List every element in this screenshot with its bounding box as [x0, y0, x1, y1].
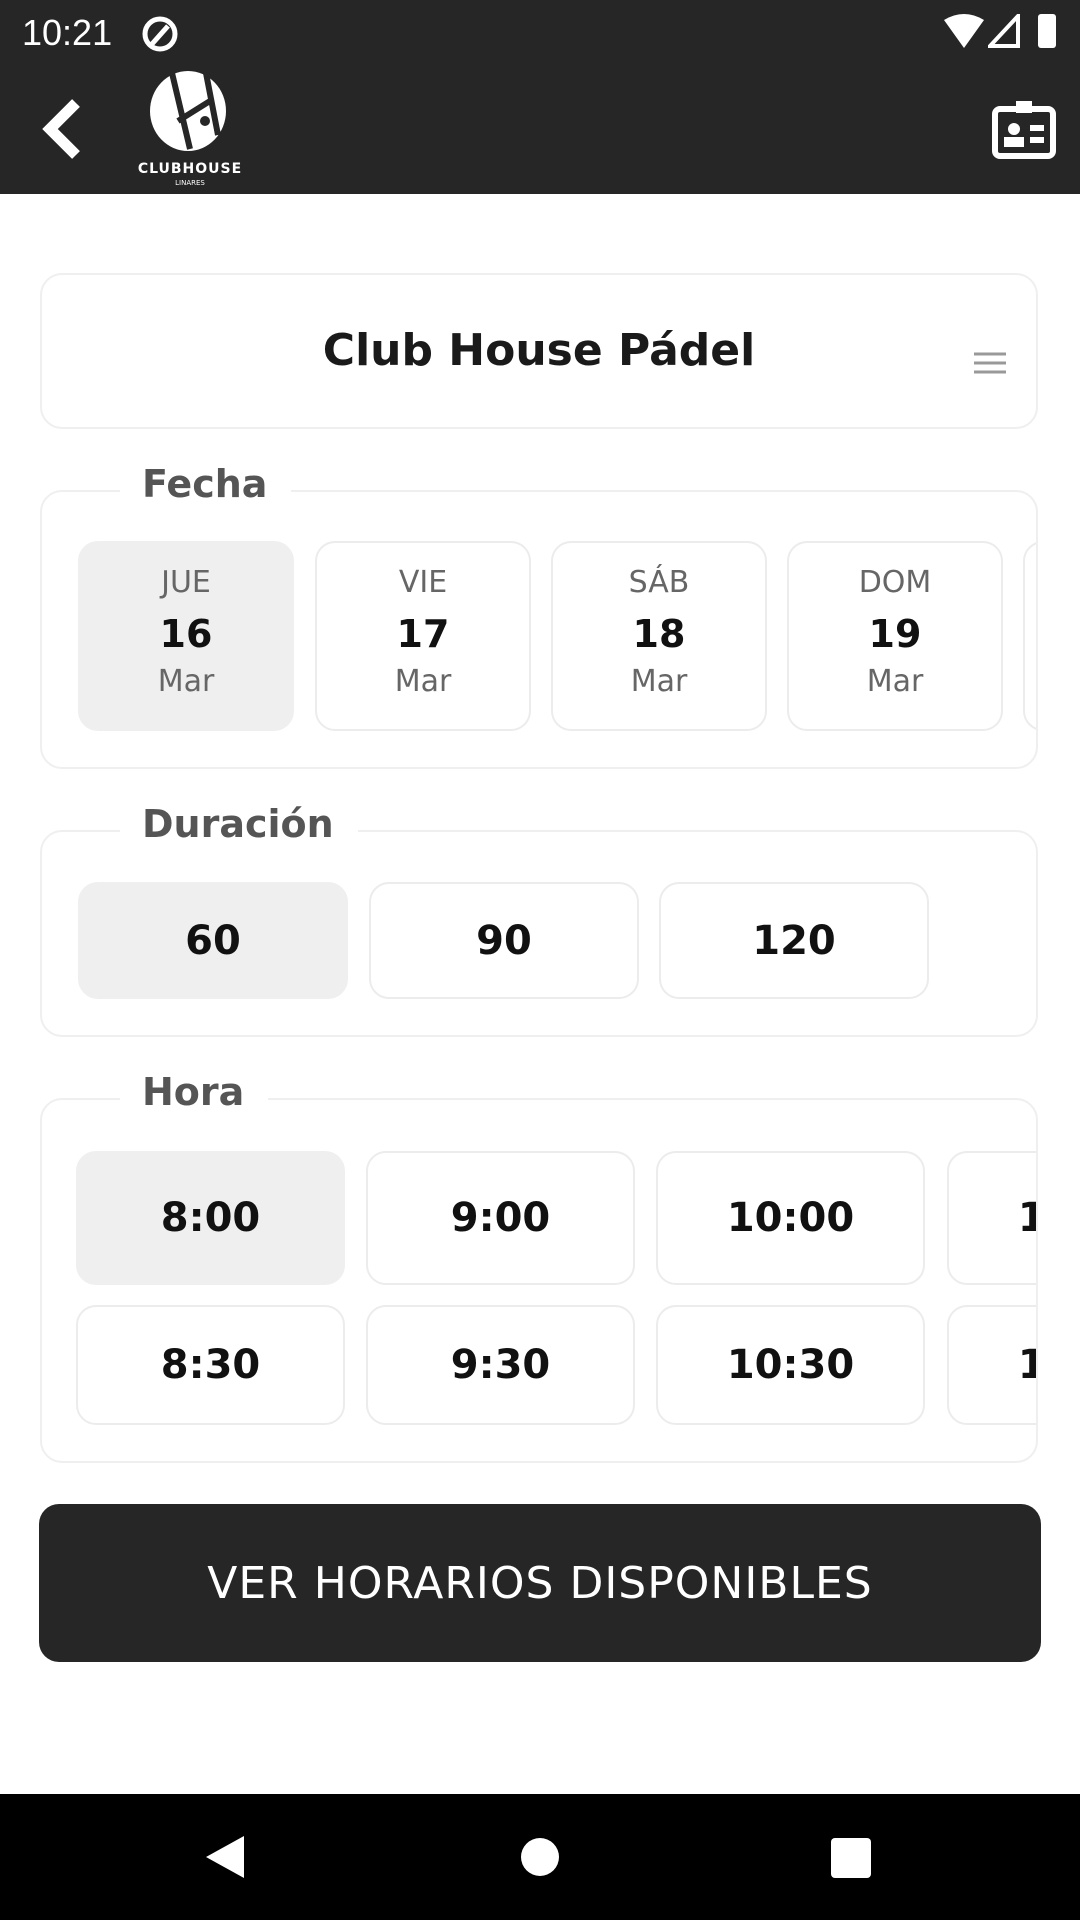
date-option[interactable]: DOM 19 Mar: [787, 541, 1003, 731]
battery-icon: [1038, 14, 1056, 48]
month: Mar: [630, 664, 688, 699]
date-option[interactable]: SÁB 18 Mar: [551, 541, 767, 731]
time-value: 8:30: [160, 1342, 261, 1388]
ver-horarios-button[interactable]: VER HORARIOS DISPONIBLES: [39, 1504, 1041, 1662]
menu-icon[interactable]: [974, 351, 1006, 375]
weekday: VIE: [398, 565, 448, 600]
toolbar: CLUBHOUSE LINARES: [0, 71, 1080, 194]
signal-icon: [988, 14, 1020, 48]
time-value: 8:00: [160, 1195, 261, 1241]
duration-option[interactable]: 120: [659, 882, 929, 999]
notification-icon: [142, 16, 178, 52]
duration-value: 90: [476, 917, 532, 964]
duration-option[interactable]: 90: [369, 882, 639, 999]
time-value: 11:30: [1017, 1342, 1036, 1388]
time-value: 9:30: [450, 1342, 551, 1388]
status-bar: 10:21: [0, 0, 1080, 73]
month: Mar: [866, 664, 924, 699]
back-icon[interactable]: [40, 99, 90, 159]
weekday: JUE: [161, 565, 211, 600]
day-number: 16: [159, 612, 213, 656]
time-option[interactable]: 11:30: [947, 1305, 1036, 1425]
time-option[interactable]: 9:30: [366, 1305, 635, 1425]
id-card-icon[interactable]: [992, 99, 1056, 159]
day-number: 17: [396, 612, 450, 656]
nav-recents-icon[interactable]: [831, 1838, 871, 1878]
fecha-section: Fecha JUE 16 Mar VIE 17 Mar SÁB 18 Mar DOM 19 Ma…: [40, 462, 1038, 769]
duration-value: 60: [185, 917, 241, 964]
logo-mark-icon: [150, 71, 226, 151]
date-option-partial[interactable]: [1023, 541, 1036, 731]
club-name: Club House Pádel: [322, 325, 756, 376]
month: Mar: [157, 664, 215, 699]
time-option[interactable]: 11:00: [947, 1151, 1036, 1285]
date-option[interactable]: VIE 17 Mar: [315, 541, 531, 731]
club-logo: CLUBHOUSE LINARES: [130, 71, 250, 194]
time-option[interactable]: 8:30: [76, 1305, 345, 1425]
time-option[interactable]: 9:00: [366, 1151, 635, 1285]
navigation-bar: [0, 1794, 1080, 1920]
date-option[interactable]: JUE 16 Mar: [78, 541, 294, 731]
time-value: 9:00: [450, 1195, 551, 1241]
weekday: DOM: [858, 565, 932, 600]
nav-back-icon[interactable]: [204, 1834, 246, 1880]
time-value: 10:00: [726, 1195, 855, 1241]
club-selector[interactable]: Club House Pádel: [40, 273, 1038, 429]
duration-option[interactable]: 60: [78, 882, 348, 999]
day-number: 18: [632, 612, 686, 656]
time-option[interactable]: 10:30: [656, 1305, 925, 1425]
time-value: 10:30: [726, 1342, 855, 1388]
time-value: 11:00: [1017, 1195, 1036, 1241]
day-number: 19: [868, 612, 922, 656]
duracion-label: Duración: [120, 802, 358, 846]
duracion-section: Duración 60 90 120: [40, 802, 1038, 1037]
logo-subtext: LINARES: [175, 179, 205, 187]
nav-home-icon[interactable]: [521, 1838, 559, 1876]
weekday: SÁB: [628, 565, 690, 600]
duration-value: 120: [752, 917, 836, 964]
status-time: 10:21: [22, 12, 113, 53]
time-option[interactable]: 8:00: [76, 1151, 345, 1285]
time-option[interactable]: 10:00: [656, 1151, 925, 1285]
hora-section: Hora 8:00 9:00 10:00 11:00 8:30 9:30 10:…: [40, 1070, 1038, 1463]
wifi-icon: [944, 14, 984, 48]
logo-text: CLUBHOUSE: [137, 161, 243, 177]
month: Mar: [394, 664, 452, 699]
